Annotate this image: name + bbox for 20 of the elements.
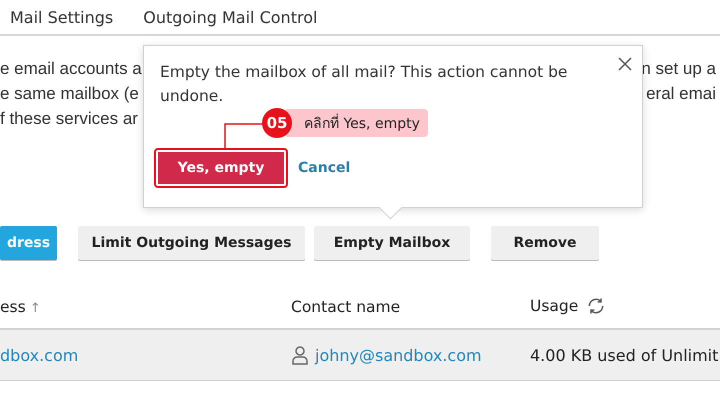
close-icon <box>618 56 632 70</box>
usage-text: 4.00 KB used of Unlimit <box>530 346 720 364</box>
toolbar-button[interactable]: Limit Outgoing Messages <box>78 226 305 260</box>
popover-message: Empty the mailbox of all mail? This action cannot be undone. <box>160 62 568 107</box>
refresh-icon[interactable] <box>586 296 606 316</box>
person-icon <box>291 345 309 365</box>
description-text: e same mailbox (e <box>0 84 139 104</box>
description-text: f these services ar <box>0 108 138 128</box>
column-header[interactable]: Usage <box>530 296 720 316</box>
description-text: e email accounts a <box>0 58 142 78</box>
confirm-button[interactable]: Yes, empty <box>156 150 286 186</box>
toolbar-button[interactable]: Remove <box>491 226 599 260</box>
step-badge: 05 <box>262 108 292 138</box>
column-header[interactable]: Contact name <box>291 298 530 316</box>
cancel-button[interactable]: Cancel <box>298 160 350 176</box>
toolbar-button[interactable]: Empty Mailbox <box>314 226 470 260</box>
tab[interactable]: Mail Settings <box>10 8 114 26</box>
description-text: eral emai <box>646 84 716 104</box>
tab[interactable]: Outgoing Mail Control <box>143 8 318 26</box>
column-header[interactable]: ess ↑ <box>0 298 291 316</box>
